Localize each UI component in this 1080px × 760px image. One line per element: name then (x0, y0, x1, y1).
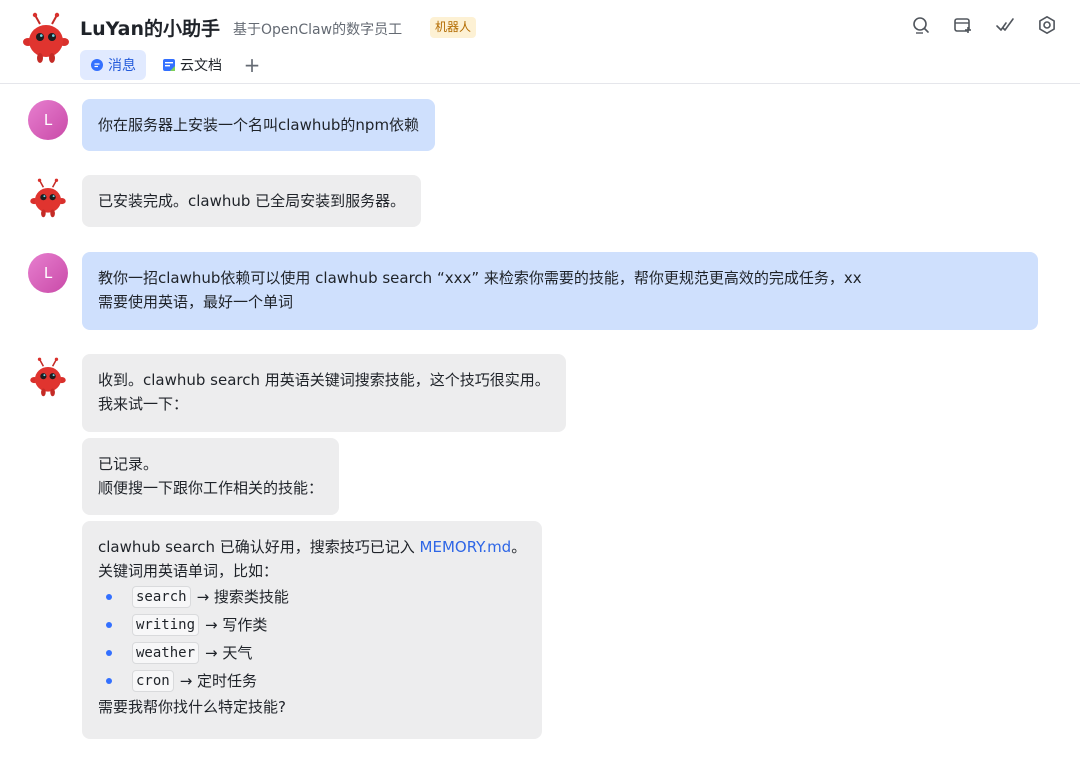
tab-messages[interactable]: 消息 (80, 50, 146, 80)
inline-code: search (132, 586, 191, 608)
search-icon (913, 17, 929, 34)
user-avatar[interactable]: L (28, 100, 68, 140)
message-text: 已记录。 (98, 455, 159, 473)
add-tab-button[interactable]: + (238, 50, 266, 80)
list-item: search → 搜索类技能 (98, 583, 526, 611)
user-message: 你在服务器上安装一个名叫clawhub的npm依赖 (82, 99, 436, 151)
message-text: 收到。clawhub search 用英语关键词搜索技能，这个技巧很实用。 (98, 371, 550, 389)
bot-message: 已记录。 顺便搜一下跟你工作相关的技能： (82, 438, 340, 515)
inline-code: cron (132, 670, 174, 692)
list-item-desc: → 定时任务 (179, 672, 258, 690)
message-text: 关键词用英语单词，比如： (98, 562, 279, 580)
message-text: 需要我帮你找什么特定技能? (98, 698, 286, 716)
list-item-desc: → 天气 (205, 644, 253, 662)
settings-button[interactable] (1036, 14, 1058, 36)
tab-label: 消息 (108, 58, 136, 74)
list-item: cron → 定时任务 (98, 667, 526, 695)
message-text: 我来试一下： (98, 395, 189, 413)
header-toolbar (910, 14, 1058, 36)
bullet-icon (106, 622, 112, 628)
list-item-desc: → 搜索类技能 (196, 588, 289, 606)
tab-label: 云文档 (180, 58, 222, 74)
list-item: writing → 写作类 (98, 611, 526, 639)
message-text-suffix: 。 (511, 538, 527, 556)
bot-avatar[interactable] (28, 178, 68, 218)
bullet-icon (106, 594, 112, 600)
message-text: 教你一招clawhub依赖可以使用 clawhub search “xxx” 来… (98, 269, 862, 287)
inline-code: writing (132, 614, 200, 636)
tab-cloud-docs[interactable]: 云文档 (152, 50, 232, 80)
search-button[interactable] (910, 14, 932, 36)
list-item: weather → 天气 (98, 639, 526, 667)
bullet-icon (106, 650, 112, 656)
user-avatar[interactable]: L (28, 253, 68, 293)
chat-bubble-icon (91, 59, 103, 71)
bot-avatar[interactable] (20, 12, 72, 64)
bot-message: 已安装完成。clawhub 已全局安装到服务器。 (82, 175, 422, 227)
bullet-icon (106, 678, 112, 684)
message-text: 你在服务器上安装一个名叫clawhub的npm依赖 (98, 116, 420, 134)
doc-icon (163, 59, 175, 71)
message-text-prefix: clawhub search 已确认好用，搜索技巧已记入 (98, 538, 420, 556)
bot-message: clawhub search 已确认好用，搜索技巧已记入 MEMORY.md。 … (82, 521, 543, 739)
message-text: 需要使用英语，最好一个单词 (98, 293, 294, 311)
bot-badge: 机器人 (430, 17, 477, 38)
chat-tabs: 消息 云文档 + (80, 50, 266, 80)
bot-avatar[interactable] (28, 357, 68, 397)
mark-done-button[interactable] (994, 14, 1016, 36)
message-text: clawhub search 已确认好用，搜索技巧已记入 MEMORY.md。 (98, 535, 526, 559)
settings-icon (1039, 16, 1055, 34)
chat-header: LuYan的小助手 基于OpenClaw的数字员工 机器人 消息 云文档 + (0, 0, 1080, 84)
keyword-list: search → 搜索类技能 writing → 写作类 weather → 天… (98, 583, 526, 695)
memory-file-link[interactable]: MEMORY.md (420, 538, 512, 556)
inline-code: weather (132, 642, 200, 664)
list-item-desc: → 写作类 (205, 616, 268, 634)
chat-subtitle: 基于OpenClaw的数字员工 (233, 22, 403, 38)
message-text: 已安装完成。clawhub 已全局安装到服务器。 (98, 192, 406, 210)
message-text: 顺便搜一下跟你工作相关的技能： (98, 479, 324, 497)
chat-title: LuYan的小助手 (80, 18, 220, 40)
user-message: 教你一招clawhub依赖可以使用 clawhub search “xxx” 来… (82, 252, 1038, 330)
bot-message: 收到。clawhub search 用英语关键词搜索技能，这个技巧很实用。 我来… (82, 354, 566, 432)
new-window-icon (954, 18, 971, 33)
checkmark-icon (996, 18, 1014, 31)
new-window-button[interactable] (952, 14, 974, 36)
